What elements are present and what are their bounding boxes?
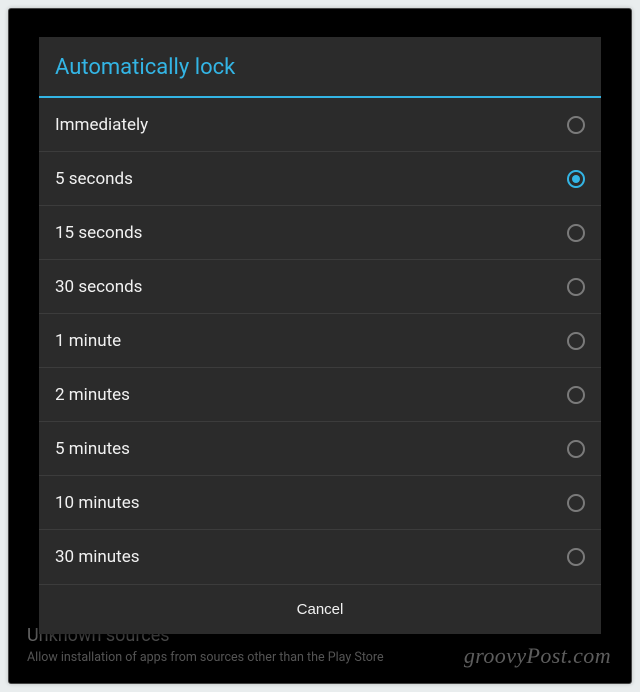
radio-icon[interactable] — [567, 170, 585, 188]
option-row[interactable]: 10 minutes — [39, 476, 601, 530]
option-row[interactable]: Immediately — [39, 98, 601, 152]
radio-icon[interactable] — [567, 224, 585, 242]
option-row[interactable]: 30 seconds — [39, 260, 601, 314]
option-label: 30 seconds — [55, 277, 142, 297]
radio-icon[interactable] — [567, 116, 585, 134]
options-list: Immediately 5 seconds 15 seconds 30 seconds… — [39, 98, 601, 584]
option-label: 15 seconds — [55, 223, 142, 243]
device-frame: Unknown sources Allow installation of ap… — [8, 8, 632, 684]
option-label: 30 minutes — [55, 547, 139, 567]
radio-icon[interactable] — [567, 278, 585, 296]
unknown-sources-subtitle: Allow installation of apps from sources … — [27, 650, 613, 665]
option-row[interactable]: 1 minute — [39, 314, 601, 368]
option-label: 2 minutes — [55, 385, 130, 405]
dialog-title: Automatically lock — [39, 37, 601, 98]
radio-icon[interactable] — [567, 548, 585, 566]
radio-icon[interactable] — [567, 440, 585, 458]
option-row[interactable]: 5 seconds — [39, 152, 601, 206]
radio-icon[interactable] — [567, 494, 585, 512]
button-bar: Cancel — [39, 584, 601, 634]
option-row[interactable]: 30 minutes — [39, 530, 601, 584]
radio-icon[interactable] — [567, 386, 585, 404]
option-row[interactable]: 5 minutes — [39, 422, 601, 476]
option-label: 5 seconds — [55, 169, 133, 189]
option-row[interactable]: 2 minutes — [39, 368, 601, 422]
auto-lock-dialog: Automatically lock Immediately 5 seconds 1… — [39, 37, 601, 634]
radio-icon[interactable] — [567, 332, 585, 350]
cancel-button[interactable]: Cancel — [39, 585, 601, 634]
option-label: 5 minutes — [55, 439, 130, 459]
option-label: Immediately — [55, 115, 148, 135]
option-label: 10 minutes — [55, 493, 139, 513]
option-row[interactable]: 15 seconds — [39, 206, 601, 260]
option-label: 1 minute — [55, 331, 121, 351]
